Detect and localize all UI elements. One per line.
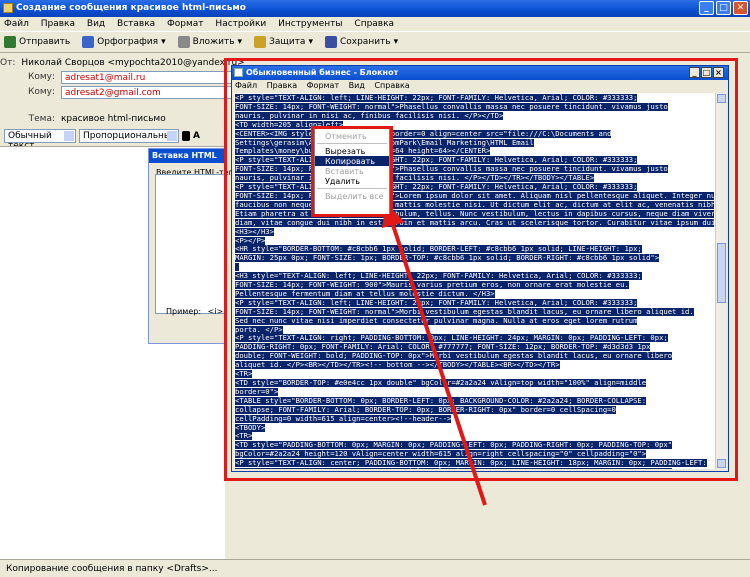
chevron-down-icon: ▾ <box>237 37 243 47</box>
outlook-menubar: Файл Правка Вид Вставка Формат Настройки… <box>0 17 750 31</box>
protect-button[interactable]: Защита ▾ <box>254 36 313 48</box>
minimize-button[interactable]: _ <box>699 1 714 15</box>
example-value: <i> <box>207 307 224 316</box>
spelling-button[interactable]: Орфография ▾ <box>82 36 166 48</box>
menu-format[interactable]: Формат <box>167 19 204 29</box>
style-select[interactable]: Обычный текст <box>4 129 76 151</box>
insert-html-textarea[interactable] <box>155 174 225 314</box>
insert-html-dialog: Вставка HTML Введите HTML-теги Пример: <… <box>148 148 238 344</box>
to2-label: Кому: <box>27 87 55 97</box>
spellcheck-icon <box>82 36 95 48</box>
menu-tools[interactable]: Инструменты <box>278 19 342 29</box>
example-row: Пример: <i> <box>166 307 223 316</box>
font-size-icon[interactable]: A <box>193 131 200 141</box>
to2-row: Кому: adresat2@gmail.com <box>0 85 235 99</box>
attach-button[interactable]: Вложить ▾ <box>177 36 243 48</box>
status-bar: Копирование сообщения в папку <Drafts>..… <box>0 559 750 577</box>
window-controls: _ □ ✕ <box>699 1 748 15</box>
to-row: Кому: adresat1@mail.ru <box>0 70 235 84</box>
save-button[interactable]: Сохранить ▾ <box>324 36 399 48</box>
close-button[interactable]: ✕ <box>733 1 748 15</box>
subject-label: Тема: <box>28 114 55 124</box>
maximize-button[interactable]: □ <box>716 1 731 15</box>
insert-html-title: Вставка HTML <box>149 149 225 163</box>
outlook-title-bar: Создание сообщения красивое html-письмо … <box>0 0 750 17</box>
envelope-icon <box>3 3 13 13</box>
context-menu-highlight <box>311 126 393 217</box>
send-button[interactable]: Отправить <box>4 36 70 48</box>
status-text: Копирование сообщения в папку <Drafts>..… <box>6 564 218 574</box>
menu-insert[interactable]: Вставка <box>117 19 155 29</box>
to-field[interactable]: adresat1@mail.ru <box>61 70 235 84</box>
menu-file[interactable]: Файл <box>4 19 29 29</box>
chevron-down-icon: ▾ <box>393 37 399 47</box>
outlook-title: Создание сообщения красивое html-письмо <box>16 3 246 13</box>
menu-settings[interactable]: Настройки <box>215 19 266 29</box>
send-label: Отправить <box>19 37 71 47</box>
protect-label: Защита <box>269 37 306 47</box>
to2-field[interactable]: adresat2@gmail.com <box>61 85 235 99</box>
from-row: От: Николай Сворцов <mypochta2010@yandex… <box>0 56 245 70</box>
menu-view[interactable]: Вид <box>87 19 105 29</box>
text-color-icon[interactable] <box>182 131 190 141</box>
paperclip-icon <box>177 36 190 48</box>
outlook-toolbar: Отправить Орфография ▾ Вложить ▾ Защита … <box>0 31 750 53</box>
example-label: Пример: <box>166 307 202 316</box>
menu-help[interactable]: Справка <box>354 19 394 29</box>
subject-field[interactable]: красивое html-письмо <box>61 114 166 124</box>
arrow-shaft <box>390 221 487 506</box>
spelling-label: Орфография <box>97 37 159 47</box>
attach-label: Вложить <box>192 37 235 47</box>
lock-icon <box>254 36 267 48</box>
floppy-disk-icon <box>324 36 337 48</box>
font-select[interactable]: Пропорциональный <box>79 129 179 143</box>
from-value[interactable]: Николай Сворцов <mypochta2010@yandex.ru> <box>21 58 244 68</box>
menu-edit[interactable]: Правка <box>41 19 75 29</box>
subject-row: Тема: красивое html-письмо <box>0 112 235 126</box>
from-label: От: <box>0 58 16 68</box>
chevron-down-icon: ▾ <box>161 37 166 47</box>
save-label: Сохранить <box>339 37 391 47</box>
annotation-arrow <box>382 204 487 506</box>
format-toolbar: Обычный текст Пропорциональный A <box>0 127 235 151</box>
chevron-down-icon: ▾ <box>308 37 313 47</box>
send-icon <box>4 36 16 48</box>
to-label: Кому: <box>27 72 55 82</box>
